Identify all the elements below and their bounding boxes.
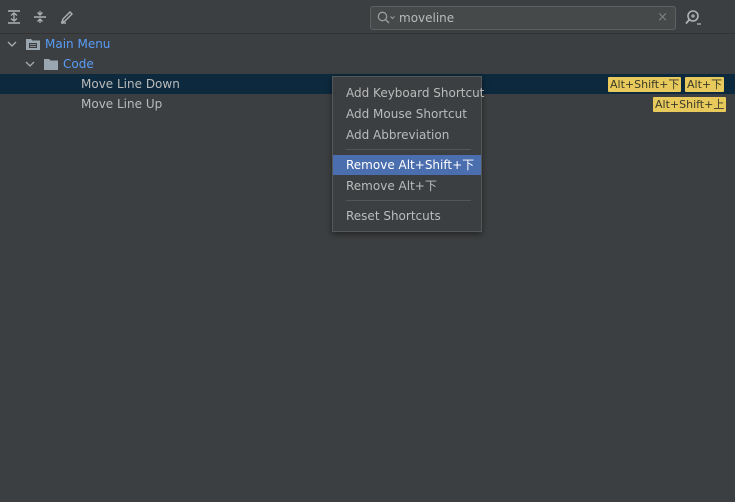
search-field[interactable]: × bbox=[370, 6, 676, 30]
search-icon[interactable] bbox=[376, 10, 396, 29]
expand-all-icon[interactable] bbox=[4, 7, 24, 27]
chevron-down-icon[interactable] bbox=[24, 58, 36, 70]
shortcut-badge: Alt+下 bbox=[685, 77, 725, 92]
context-menu: Add Keyboard Shortcut Add Mouse Shortcut… bbox=[332, 76, 484, 232]
find-by-shortcut-icon[interactable] bbox=[683, 8, 703, 28]
action-label: Move Line Up bbox=[81, 97, 163, 111]
toolbar: × bbox=[0, 0, 735, 34]
menu-item-reset-shortcuts[interactable]: Reset Shortcuts bbox=[333, 206, 481, 226]
chevron-down-icon[interactable] bbox=[6, 38, 18, 50]
action-label: Move Line Down bbox=[81, 77, 180, 91]
main-menu-icon bbox=[25, 37, 41, 51]
menu-item-add-keyboard-shortcut[interactable]: Add Keyboard Shortcut bbox=[333, 83, 484, 103]
search-input[interactable] bbox=[399, 9, 649, 27]
tree-label-main-menu: Main Menu bbox=[45, 37, 111, 51]
menu-separator bbox=[346, 149, 471, 150]
tree-label-code: Code bbox=[63, 57, 94, 71]
shortcut-badge: Alt+Shift+上 bbox=[653, 97, 727, 112]
clear-search-icon[interactable]: × bbox=[657, 10, 668, 26]
collapse-all-icon[interactable] bbox=[30, 7, 50, 27]
tree-node-main-menu[interactable]: Main Menu bbox=[0, 34, 735, 54]
tree-node-code[interactable]: Code bbox=[0, 54, 735, 74]
menu-separator bbox=[346, 200, 471, 201]
folder-icon bbox=[43, 57, 59, 71]
edit-shortcut-icon[interactable] bbox=[57, 7, 77, 27]
menu-item-remove-alt-down[interactable]: Remove Alt+下 bbox=[333, 176, 481, 196]
shortcut-badge: Alt+Shift+下 bbox=[608, 77, 682, 92]
menu-item-add-mouse-shortcut[interactable]: Add Mouse Shortcut bbox=[333, 104, 481, 124]
menu-item-add-abbreviation[interactable]: Add Abbreviation bbox=[333, 125, 481, 145]
menu-item-remove-alt-shift-down[interactable]: Remove Alt+Shift+下 bbox=[333, 155, 481, 175]
